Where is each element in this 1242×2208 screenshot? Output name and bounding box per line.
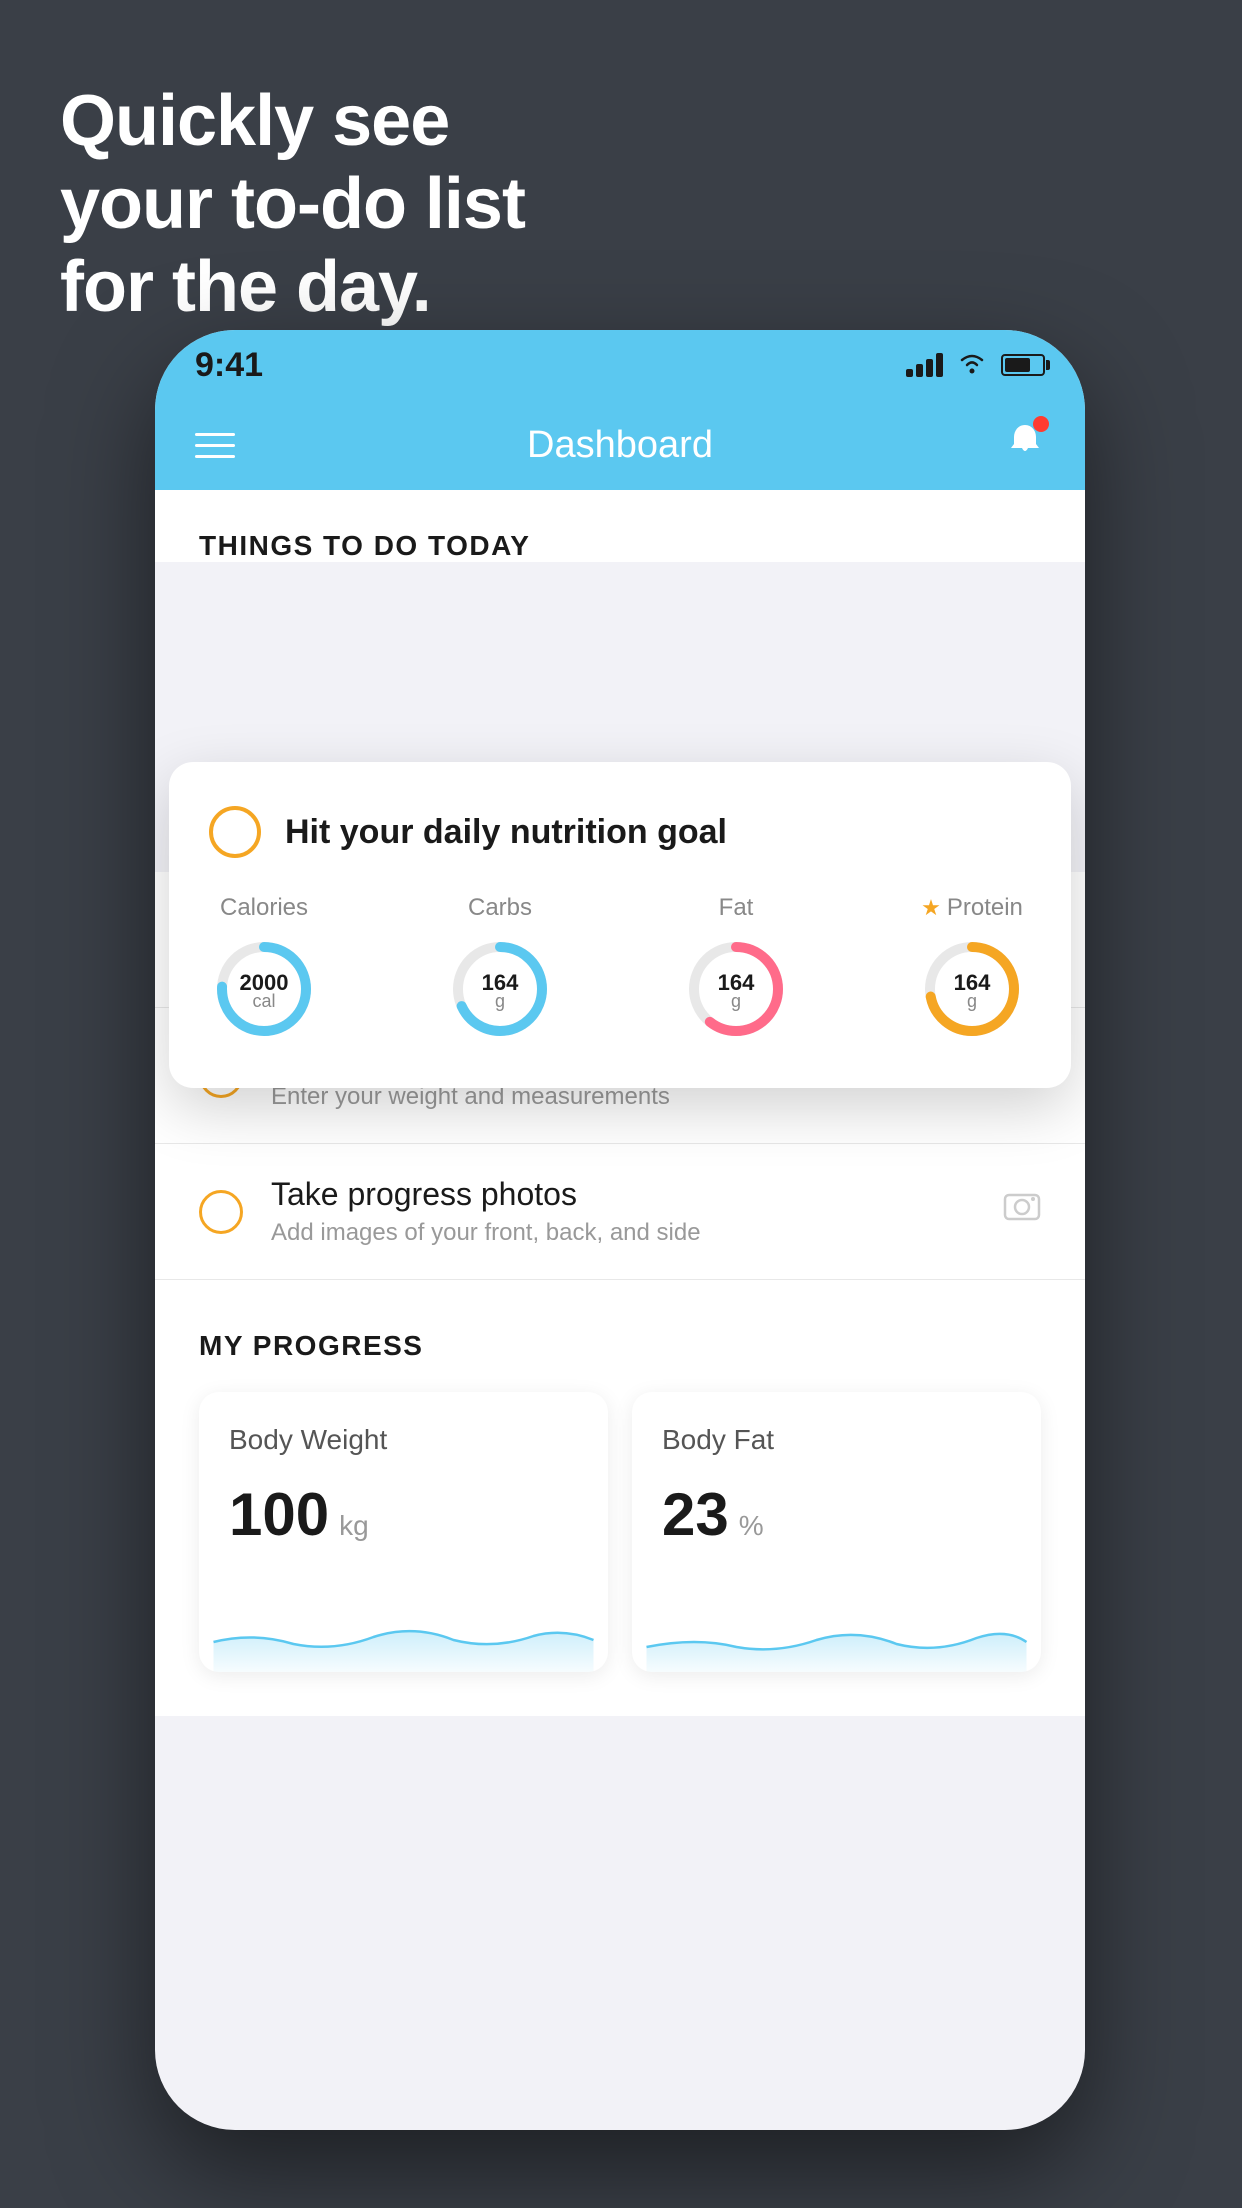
svg-text:g: g [967, 991, 977, 1011]
fat-donut: 164 g [681, 934, 791, 1044]
protein-label: ★ Protein [921, 894, 1023, 922]
body-weight-value: 100 [229, 1480, 329, 1549]
headline: Quickly see your to-do list for the day. [60, 80, 525, 328]
battery-icon [1001, 354, 1045, 376]
body-weight-card[interactable]: Body Weight 100 kg [199, 1392, 608, 1672]
signal-icon [906, 353, 943, 377]
nutrition-protein: ★ Protein 164 g [917, 894, 1027, 1044]
status-bar: 9:41 [155, 330, 1085, 400]
photo-icon [1003, 1191, 1041, 1232]
photos-name: Take progress photos [271, 1176, 975, 1213]
nav-bar: Dashboard [155, 400, 1085, 490]
nutrition-card: Hit your daily nutrition goal Calories 2… [169, 762, 1071, 1088]
body-weight-title: Body Weight [229, 1424, 578, 1456]
progress-header: MY PROGRESS [199, 1330, 1041, 1362]
fat-label: Fat [719, 894, 754, 922]
calories-donut: 2000 cal [209, 934, 319, 1044]
body-fat-unit: % [739, 1510, 764, 1542]
nav-title: Dashboard [527, 424, 713, 467]
carbs-donut: 164 g [445, 934, 555, 1044]
body-weight-unit: kg [339, 1510, 369, 1542]
things-section-header: THINGS TO DO TODAY [199, 530, 1041, 562]
photos-circle [199, 1190, 243, 1234]
things-section: THINGS TO DO TODAY [155, 490, 1085, 562]
notification-badge [1033, 416, 1049, 432]
progress-section: MY PROGRESS Body Weight 100 kg [155, 1280, 1085, 1716]
svg-text:cal: cal [252, 991, 275, 1011]
body-weight-wave [199, 1592, 608, 1672]
body-fat-wave [632, 1592, 1041, 1672]
notification-button[interactable] [1005, 420, 1045, 470]
body-weight-value-row: 100 kg [229, 1480, 578, 1549]
progress-cards: Body Weight 100 kg [199, 1392, 1041, 1672]
menu-button[interactable] [195, 433, 235, 458]
body-fat-value: 23 [662, 1480, 729, 1549]
status-time: 9:41 [195, 346, 263, 385]
body-fat-title: Body Fat [662, 1424, 1011, 1456]
nutrition-carbs: Carbs 164 g [445, 894, 555, 1044]
nutrition-circles: Calories 2000 cal Carbs [209, 894, 1027, 1044]
svg-text:g: g [731, 991, 741, 1011]
carbs-label: Carbs [468, 894, 532, 922]
status-icons [906, 350, 1045, 381]
protein-donut: 164 g [917, 934, 1027, 1044]
phone-frame: 9:41 [155, 330, 1085, 2130]
nutrition-calories: Calories 2000 cal [209, 894, 319, 1044]
nutrition-fat: Fat 164 g [681, 894, 791, 1044]
photos-sub: Add images of your front, back, and side [271, 1219, 975, 1247]
body-fat-value-row: 23 % [662, 1480, 1011, 1549]
phone-content: THINGS TO DO TODAY Hit your daily nutrit… [155, 490, 1085, 2130]
calories-label: Calories [220, 894, 308, 922]
star-icon: ★ [921, 895, 941, 921]
body-fat-card[interactable]: Body Fat 23 % [632, 1392, 1041, 1672]
nutrition-check-circle[interactable] [209, 806, 261, 858]
todo-item-photos[interactable]: Take progress photos Add images of your … [155, 1144, 1085, 1280]
photos-text: Take progress photos Add images of your … [271, 1176, 975, 1247]
svg-text:g: g [495, 991, 505, 1011]
nutrition-card-title: Hit your daily nutrition goal [285, 813, 727, 852]
wifi-icon [957, 350, 987, 381]
